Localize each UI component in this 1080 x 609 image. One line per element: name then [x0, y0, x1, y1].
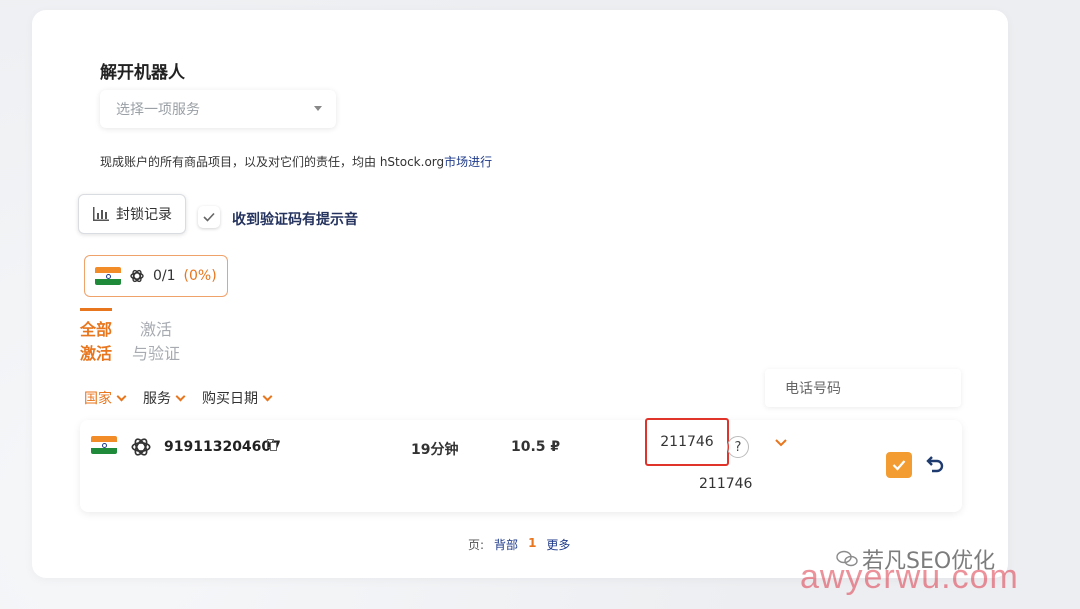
notice-text: 现成账户的所有商品项目，以及对它们的责任，均由 hStock.org: [100, 155, 445, 169]
filter-date-label: 购买日期: [202, 391, 258, 407]
filter-service[interactable]: 服务: [143, 388, 186, 408]
tab-act-line1: 激活: [140, 320, 173, 339]
watermark-domain: awyerwu.com: [800, 558, 1019, 596]
tab-all-activations[interactable]: 全部 激活: [80, 318, 116, 366]
sound-alert-checkbox[interactable]: [198, 206, 220, 228]
openai-icon: [131, 438, 151, 456]
order-phone-number: 919113204607: [164, 439, 281, 455]
page-title: 解开机器人: [100, 63, 185, 83]
tab-all-line1: 全部: [80, 320, 113, 339]
filter-purchase-date[interactable]: 购买日期: [202, 388, 273, 408]
phone-search-placeholder: 电话号码: [785, 381, 841, 397]
pagination-back[interactable]: 背部: [494, 536, 518, 553]
help-icon[interactable]: ?: [727, 436, 749, 458]
openai-icon: [130, 269, 144, 283]
phone-search-input[interactable]: 电话号码: [765, 369, 961, 407]
pagination-label: 页:: [468, 538, 485, 552]
undo-icon[interactable]: [922, 452, 946, 476]
activation-stats-badge[interactable]: 0/1 (0%): [84, 255, 228, 297]
service-select[interactable]: 选择一项服务: [100, 90, 336, 128]
tab-activation-verification[interactable]: 激活 与验证: [132, 318, 188, 366]
order-price: 10.5 ₽: [511, 439, 561, 455]
chevron-down-icon: [175, 391, 186, 401]
bar-chart-icon: [93, 207, 109, 221]
order-elapsed-time: 19分钟: [411, 442, 459, 458]
stats-percent: (0%): [183, 268, 217, 284]
chevron-down-icon: [262, 391, 273, 401]
responsibility-notice: 现成账户的所有商品项目，以及对它们的责任，均由 hStock.org市场进行: [100, 153, 492, 170]
india-flag-icon: [91, 436, 117, 454]
stats-ratio: 0/1: [153, 268, 176, 284]
india-flag-icon: [95, 267, 121, 285]
complete-checkbox[interactable]: [886, 452, 912, 478]
pagination: 页: 背部 1 更多: [468, 536, 570, 553]
pagination-more[interactable]: 更多: [546, 536, 570, 553]
verification-code: 211746: [660, 434, 714, 450]
tab-act-line2: 与验证: [132, 344, 181, 363]
filter-bar: 国家 服务 购买日期: [84, 388, 273, 408]
check-icon: [892, 460, 906, 471]
order-row: 919113204607 19分钟 10.5 ₽ 211746 ? 211746: [80, 418, 962, 512]
filter-country[interactable]: 国家: [84, 388, 127, 408]
notice-link[interactable]: 市场进行: [444, 155, 492, 169]
filter-service-label: 服务: [143, 391, 171, 407]
code-history: 211746: [699, 476, 753, 492]
chevron-down-icon: [116, 391, 127, 401]
block-history-label: 封锁记录: [116, 207, 172, 223]
verification-code-box[interactable]: 211746: [645, 418, 729, 466]
filter-country-label: 国家: [84, 391, 112, 407]
service-select-placeholder: 选择一项服务: [116, 102, 200, 118]
check-icon: [203, 212, 215, 222]
active-tab-indicator: [80, 308, 112, 311]
pagination-current[interactable]: 1: [528, 536, 536, 553]
sound-alert-label: 收到验证码有提示音: [232, 212, 358, 228]
caret-down-icon: [314, 106, 322, 111]
tab-all-line2: 激活: [80, 344, 113, 363]
block-history-button[interactable]: 封锁记录: [78, 194, 186, 234]
chevron-down-icon[interactable]: [774, 438, 788, 448]
help-glyph: ?: [734, 439, 742, 455]
copy-icon[interactable]: [267, 439, 277, 451]
